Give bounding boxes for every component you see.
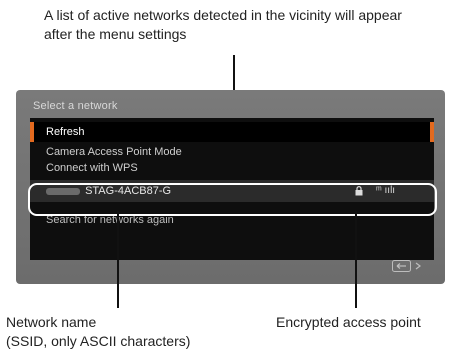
leader-encrypted xyxy=(355,211,357,308)
menu-item-refresh[interactable]: Refresh xyxy=(30,122,434,142)
screen-title: Select a network xyxy=(33,100,118,112)
manual-figure: A list of active networks detected in th… xyxy=(0,0,460,354)
callout-network-name-line2: (SSID, only ASCII characters) xyxy=(6,333,191,349)
callout-encrypted: Encrypted access point xyxy=(276,314,421,330)
menu-item-connect-wps[interactable]: Connect with WPS xyxy=(30,158,434,178)
callout-network-list: A list of active networks detected in th… xyxy=(44,7,402,42)
network-row-highlight xyxy=(28,183,437,216)
callout-network-name: Network name (SSID, only ASCII character… xyxy=(6,313,226,351)
back-button-icon[interactable] xyxy=(392,260,426,272)
callout-network-name-line1: Network name xyxy=(6,314,97,330)
leader-network-name xyxy=(117,211,119,308)
